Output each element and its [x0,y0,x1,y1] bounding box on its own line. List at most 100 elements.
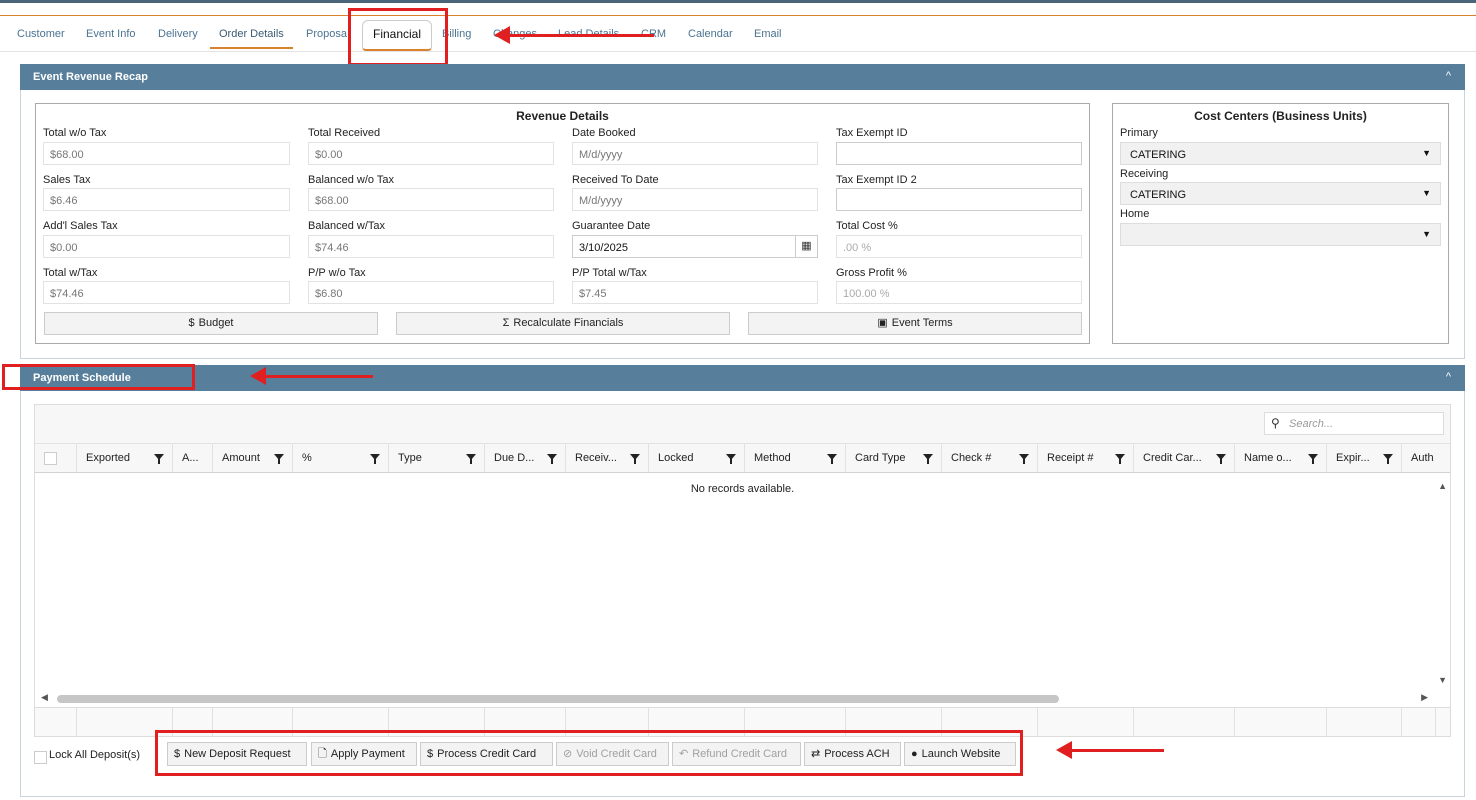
total-wo-tax-input: $68.00 [43,142,290,165]
horizontal-scrollbar[interactable] [57,695,1059,703]
col-percent[interactable]: % [292,444,388,472]
filter-icon[interactable] [274,454,284,464]
receiving-select[interactable]: CATERING ▼ [1120,182,1441,205]
total-w-tax-input: $74.46 [43,281,290,304]
tab-customer[interactable]: Customer [17,28,65,40]
col-label: Method [754,452,791,464]
collapse-icon[interactable]: ^ [1446,70,1451,82]
lock-all-label: Lock All Deposit(s) [49,749,141,761]
select-all-checkbox[interactable] [44,452,57,465]
col-due-date[interactable]: Due D... [484,444,565,472]
col-type[interactable]: Type [388,444,484,472]
col-credit-card[interactable]: Credit Car... [1133,444,1234,472]
search-input[interactable]: ⚲ Search... [1264,412,1444,435]
tax-exempt-id-input[interactable] [836,142,1082,165]
field-label: Balanced w/o Tax [308,174,395,186]
top-bar [0,0,1476,3]
col-label: Expir... [1336,452,1370,464]
footer-cell [1326,708,1327,737]
void-credit-card-button[interactable]: ⊘ Void Credit Card [556,742,669,766]
col-locked[interactable]: Locked [648,444,744,472]
field-label: P/P w/o Tax [308,267,366,279]
guarantee-date-value: 3/10/2025 [579,242,628,254]
apply-payment-button[interactable]: 🗋 Apply Payment [311,742,417,766]
collapse-icon[interactable]: ^ [1446,371,1451,383]
col-received[interactable]: Receiv... [565,444,648,472]
tab-proposal[interactable]: Proposa [306,28,347,40]
filter-icon[interactable] [547,454,557,464]
filter-icon[interactable] [827,454,837,464]
annotation-arrow-actions [1056,741,1164,759]
col-label: % [302,452,312,464]
dollar-icon: $ [427,748,434,760]
new-deposit-request-button[interactable]: $ New Deposit Request [167,742,307,766]
event-terms-button[interactable]: ▣ Event Terms [748,312,1082,335]
sigma-icon: Σ [502,317,510,329]
col-a[interactable]: A... [172,444,212,472]
primary-select[interactable]: CATERING ▼ [1120,142,1441,165]
transfer-icon: ⇄ [811,748,821,760]
col-name-on-card[interactable]: Name o... [1234,444,1326,472]
field-label: Total Cost % [836,220,898,232]
filter-icon[interactable] [1308,454,1318,464]
lock-all-checkbox[interactable] [34,751,47,764]
filter-icon[interactable] [370,454,380,464]
payment-schedule-header[interactable]: Payment Schedule ^ [20,365,1465,391]
received-to-date-input[interactable]: M/d/yyyy [572,188,818,211]
process-credit-card-label: Process Credit Card [437,748,537,760]
col-amount[interactable]: Amount [212,444,292,472]
balanced-wo-tax-input: $68.00 [308,188,554,211]
filter-icon[interactable] [1216,454,1226,464]
col-label: Name o... [1244,452,1292,464]
filter-icon[interactable] [726,454,736,464]
apply-payment-label: Apply Payment [330,748,405,760]
filter-icon[interactable] [466,454,476,464]
budget-button[interactable]: $ Budget [44,312,378,335]
refund-credit-card-button[interactable]: ↶ Refund Credit Card [672,742,801,766]
filter-icon[interactable] [630,454,640,464]
filter-icon[interactable] [154,454,164,464]
filter-icon[interactable] [923,454,933,464]
filter-icon[interactable] [1019,454,1029,464]
accent-line [0,15,1476,16]
scroll-down-icon[interactable]: ▼ [1438,675,1447,685]
col-exported[interactable]: Exported [76,444,172,472]
col-card-type[interactable]: Card Type [845,444,941,472]
scroll-left-icon[interactable]: ◀ [41,692,48,703]
col-receipt-number[interactable]: Receipt # [1037,444,1133,472]
filter-icon[interactable] [1115,454,1125,464]
guarantee-date-input[interactable]: 3/10/2025 ▦ [572,235,818,258]
tab-email[interactable]: Email [754,28,782,40]
process-ach-button[interactable]: ⇄ Process ACH [804,742,901,766]
process-credit-card-button[interactable]: $ Process Credit Card [420,742,553,766]
home-select[interactable]: ▼ [1120,223,1441,246]
launch-website-button[interactable]: ● Launch Website [904,742,1016,766]
tab-event-info[interactable]: Event Info [86,28,136,40]
tax-exempt-id-2-input[interactable] [836,188,1082,211]
calendar-icon[interactable]: ▦ [795,236,817,257]
grid-header: Exported A... Amount % Type Due D... Rec… [35,444,1450,473]
balanced-w-tax-input: $74.46 [308,235,554,258]
col-auth[interactable]: Auth [1401,444,1450,472]
footer-cell [1133,708,1134,737]
col-method[interactable]: Method [744,444,845,472]
footer-cell [76,708,77,737]
scroll-right-icon[interactable]: ▶ [1421,692,1428,703]
tab-bar: Customer Event Info Delivery Order Detai… [0,18,1476,52]
gross-profit-pct-input: 100.00 % [836,281,1082,304]
date-booked-input[interactable]: M/d/yyyy [572,142,818,165]
col-label: Exported [86,452,131,464]
tab-order-details[interactable]: Order Details [210,28,293,49]
recalculate-financials-button[interactable]: Σ Recalculate Financials [396,312,730,335]
tab-calendar[interactable]: Calendar [688,28,733,40]
annotation-arrow-payment-schedule [250,367,373,385]
scroll-up-icon[interactable]: ▲ [1438,481,1447,491]
revenue-recap-header[interactable]: Event Revenue Recap ^ [20,64,1465,90]
search-icon: ⚲ [1271,416,1280,430]
filter-icon[interactable] [1383,454,1393,464]
tab-delivery[interactable]: Delivery [158,28,198,40]
dropdown-arrow-icon: ▼ [1422,229,1431,239]
footer-cell [1401,708,1402,737]
col-check-number[interactable]: Check # [941,444,1037,472]
col-expiration[interactable]: Expir... [1326,444,1401,472]
